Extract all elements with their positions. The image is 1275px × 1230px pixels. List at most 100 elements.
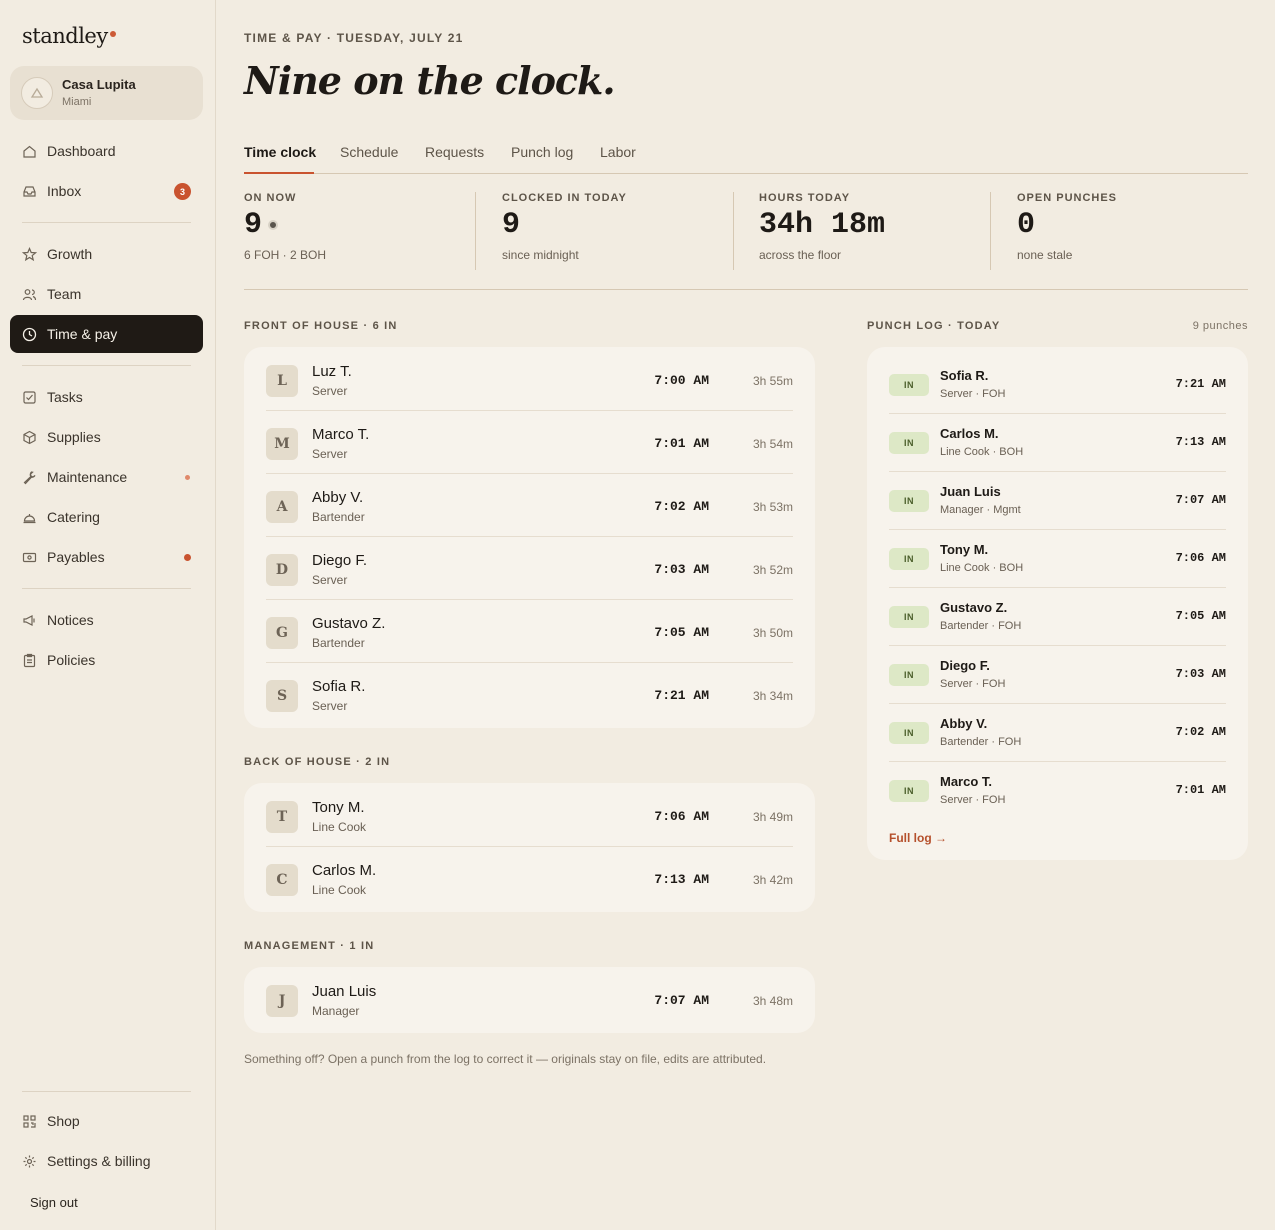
punch-time: 7:21 AM (1175, 377, 1226, 391)
nav-shop-label: Shop (47, 1113, 80, 1129)
page-kicker: TIME & PAY · TUESDAY, JULY 21 (244, 31, 464, 45)
org-switcher[interactable]: Casa Lupita Miami (10, 66, 203, 120)
management-card: J Juan Luis Manager 7:07 AM 3h 48m (244, 967, 815, 1033)
avatar: G (266, 617, 298, 649)
nav-payables-label: Payables (47, 549, 105, 565)
nav-policies[interactable]: Policies (10, 641, 203, 679)
sign-out-link[interactable]: Sign out (30, 1195, 78, 1210)
clock-in-time: 7:06 AM (654, 809, 709, 824)
nav-inbox[interactable]: Inbox 3 (10, 172, 203, 210)
employee-row[interactable]: S Sofia R. Server 7:21 AM 3h 34m (266, 663, 793, 726)
bill-icon (22, 550, 37, 565)
nav-divider (22, 365, 191, 366)
tab-punch-log[interactable]: Punch log (511, 144, 573, 160)
punch-time: 7:03 AM (1175, 667, 1226, 681)
punch-name: Abby V. (940, 716, 988, 731)
full-log-link[interactable]: Full log → (889, 831, 947, 845)
employee-row[interactable]: D Diego F. Server 7:03 AM 3h 52m (266, 537, 793, 600)
employee-role: Server (312, 447, 348, 461)
tab-schedule[interactable]: Schedule (340, 144, 398, 160)
clock-in-time: 7:07 AM (654, 993, 709, 1008)
section-title-management: MANAGEMENT · 1 IN (244, 940, 375, 952)
punch-row[interactable]: IN Marco T. Server · FOH 7:01 AM (889, 762, 1226, 820)
shift-duration: 3h 50m (752, 626, 793, 640)
nav-payables[interactable]: Payables (10, 538, 203, 576)
nav-team[interactable]: Team (10, 275, 203, 313)
punch-role: Server · FOH (940, 794, 1006, 806)
nav-notices[interactable]: Notices (10, 601, 203, 639)
punch-row[interactable]: IN Abby V. Bartender · FOH 7:02 AM (889, 704, 1226, 762)
shift-duration: 3h 49m (752, 810, 793, 824)
employee-name: Tony M. (312, 799, 365, 816)
stat-sub: across the floor (759, 248, 842, 262)
shift-duration: 3h 55m (752, 374, 793, 388)
avatar: S (266, 680, 298, 712)
stat-value: 9 (502, 208, 521, 242)
clock-in-time: 7:13 AM (654, 872, 709, 887)
nav-maintenance-label: Maintenance (47, 469, 128, 485)
employee-row[interactable]: L Luz T. Server 7:00 AM 3h 55m (266, 348, 793, 411)
nav-inbox-label: Inbox (47, 183, 82, 199)
gear-icon (22, 1154, 37, 1169)
nav-settings[interactable]: Settings & billing (10, 1142, 203, 1180)
nav-growth-label: Growth (47, 246, 93, 262)
employee-row[interactable]: T Tony M. Line Cook 7:06 AM 3h 49m (266, 784, 793, 847)
employee-row[interactable]: J Juan Luis Manager 7:07 AM 3h 48m (266, 968, 793, 1031)
stat-open-punches: OPEN PUNCHES 0 none stale (1017, 192, 1117, 270)
payables-indicator (184, 554, 191, 561)
avatar: C (266, 864, 298, 896)
stat-value: 9 (244, 208, 263, 242)
nav-growth[interactable]: Growth (10, 235, 203, 273)
shift-duration: 3h 53m (752, 500, 793, 514)
in-badge: IN (889, 374, 929, 396)
tab-time-clock[interactable]: Time clock (244, 144, 316, 160)
nav-supplies[interactable]: Supplies (10, 418, 203, 456)
punch-row[interactable]: IN Tony M. Line Cook · BOH 7:06 AM (889, 530, 1226, 588)
employee-role: Server (312, 573, 348, 587)
star-icon (22, 246, 37, 262)
nav-shop[interactable]: Shop (10, 1102, 203, 1140)
employee-role: Bartender (312, 510, 365, 524)
punch-row[interactable]: IN Gustavo Z. Bartender · FOH 7:05 AM (889, 588, 1226, 646)
employee-row[interactable]: M Marco T. Server 7:01 AM 3h 54m (266, 411, 793, 474)
nav-catering-label: Catering (47, 509, 100, 525)
employee-name: Abby V. (312, 489, 364, 506)
nav-dashboard-label: Dashboard (47, 143, 116, 159)
home-icon (22, 144, 37, 159)
stat-label: OPEN PUNCHES (1017, 192, 1118, 204)
nav-tasks-label: Tasks (47, 389, 83, 405)
tab-requests[interactable]: Requests (425, 144, 484, 160)
nav-notices-label: Notices (47, 612, 94, 628)
stat-label: ON NOW (244, 192, 297, 204)
stat-sub: since midnight (502, 248, 579, 262)
nav-maintenance[interactable]: Maintenance (10, 458, 203, 496)
punch-time: 7:07 AM (1175, 493, 1226, 507)
punch-row[interactable]: IN Carlos M. Line Cook · BOH 7:13 AM (889, 414, 1226, 472)
in-badge: IN (889, 490, 929, 512)
punch-row[interactable]: IN Juan Luis Manager · Mgmt 7:07 AM (889, 472, 1226, 530)
tab-labor[interactable]: Labor (600, 144, 636, 160)
brand-logo[interactable]: standley (22, 24, 116, 48)
employee-row[interactable]: G Gustavo Z. Bartender 7:05 AM 3h 50m (266, 600, 793, 663)
punch-row[interactable]: IN Diego F. Server · FOH 7:03 AM (889, 646, 1226, 704)
maintenance-indicator (185, 475, 190, 480)
punch-time: 7:02 AM (1175, 725, 1226, 739)
employee-row[interactable]: A Abby V. Bartender 7:02 AM 3h 53m (266, 474, 793, 537)
punch-row[interactable]: IN Sofia R. Server · FOH 7:21 AM (889, 356, 1226, 414)
in-badge: IN (889, 606, 929, 628)
nav-time-pay[interactable]: Time & pay (10, 315, 203, 353)
nav-tasks[interactable]: Tasks (10, 378, 203, 416)
nav-divider (22, 1091, 191, 1092)
tab-bar: Time clock Schedule Requests Punch log L… (244, 138, 1248, 174)
active-tab-indicator (244, 172, 314, 174)
avatar: M (266, 428, 298, 460)
nav-dashboard[interactable]: Dashboard (10, 132, 203, 170)
qr-code-icon (22, 1114, 37, 1129)
punch-time: 7:13 AM (1175, 435, 1226, 449)
nav-catering[interactable]: Catering (10, 498, 203, 536)
shift-duration: 3h 54m (752, 437, 793, 451)
punch-role: Server · FOH (940, 678, 1006, 690)
clock-in-time: 7:03 AM (654, 562, 709, 577)
employee-row[interactable]: C Carlos M. Line Cook 7:13 AM 3h 42m (266, 847, 793, 910)
clock-in-time: 7:21 AM (654, 688, 709, 703)
